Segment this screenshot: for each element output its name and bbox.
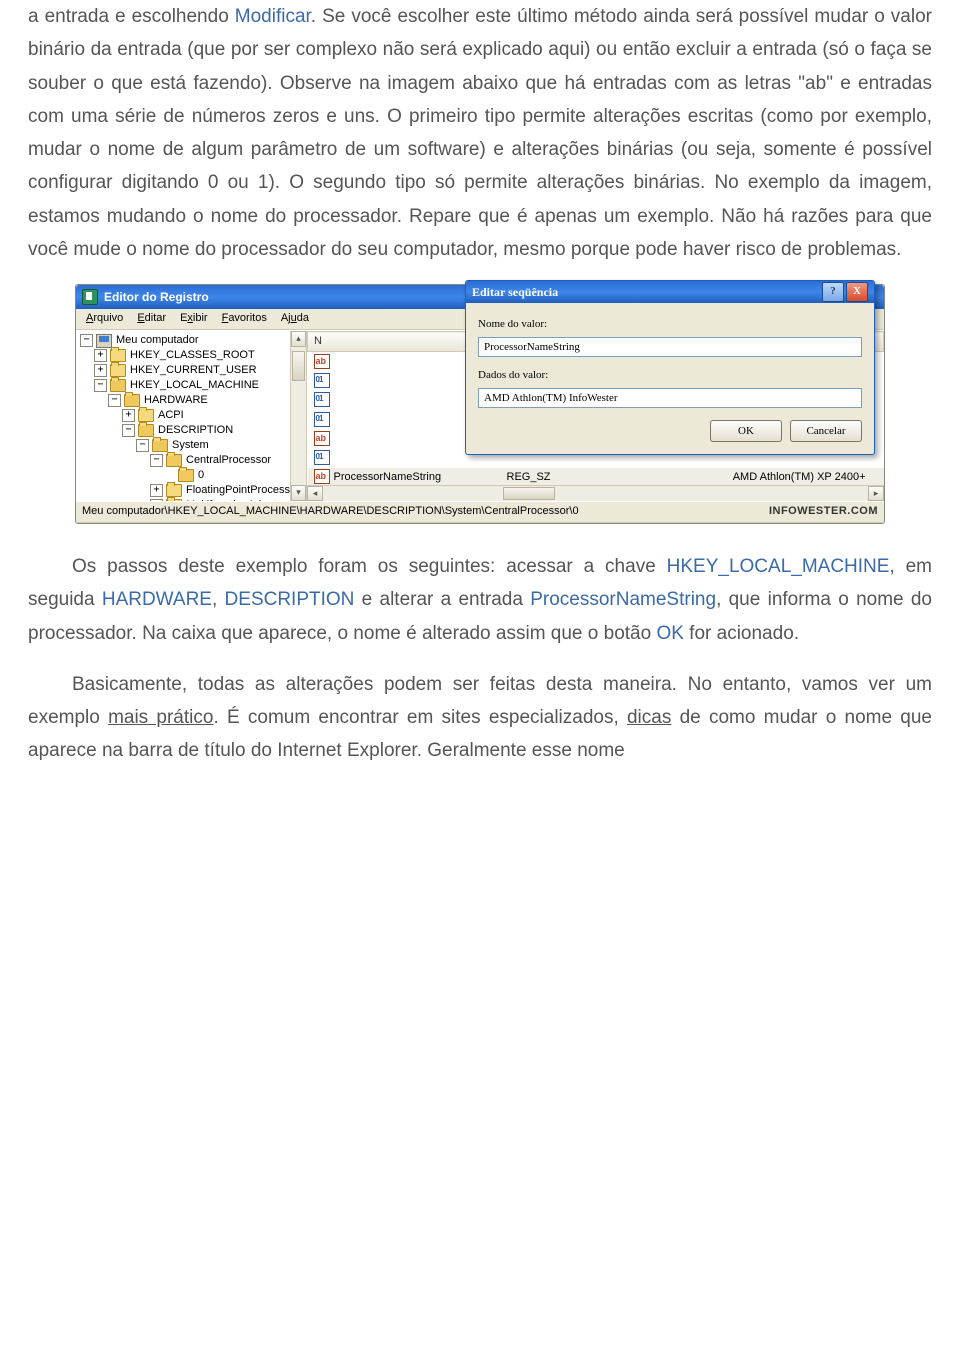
- tree-key[interactable]: −DESCRIPTION: [80, 423, 304, 438]
- highlight-hklm: HKEY_LOCAL_MACHINE: [667, 556, 890, 577]
- status-path: Meu computador\HKEY_LOCAL_MACHINE\HARDWA…: [82, 502, 579, 521]
- menu-arquivo[interactable]: AArquivorquivo: [82, 308, 127, 329]
- edit-string-dialog: Editar seqüência ? X Nome do valor: Dado…: [465, 280, 875, 455]
- folder-icon: [138, 409, 154, 422]
- text: Os passos deste exemplo foram os seguint…: [72, 556, 667, 577]
- binary-icon: [314, 392, 330, 407]
- menu-ajuda[interactable]: Ajuda: [277, 308, 313, 329]
- value-name-field[interactable]: [478, 337, 862, 357]
- ok-button[interactable]: OK: [710, 420, 782, 442]
- scroll-right-icon[interactable]: ▸: [868, 486, 884, 501]
- link-mais-pratico[interactable]: mais prático: [108, 707, 213, 728]
- tree-key[interactable]: −HARDWARE: [80, 393, 304, 408]
- tree-key[interactable]: 0: [80, 468, 304, 483]
- tree-key[interactable]: +HKEY_CLASSES_ROOT: [80, 348, 304, 363]
- label-dados: Dados do valor:: [478, 366, 862, 385]
- string-icon: [314, 354, 330, 369]
- window-title: Editor do Registro: [104, 287, 209, 308]
- folder-icon: [178, 469, 194, 482]
- tree-key[interactable]: +ACPI: [80, 408, 304, 423]
- app-icon: [82, 289, 98, 305]
- folder-icon: [138, 424, 154, 437]
- paragraph-1: a entrada e escolhendo Modificar. Se voc…: [28, 0, 932, 266]
- highlight-processornamestring: ProcessorNameString: [530, 589, 716, 610]
- close-button[interactable]: X: [846, 282, 868, 302]
- tree-key[interactable]: −CentralProcessor: [80, 453, 304, 468]
- help-button[interactable]: ?: [822, 282, 844, 302]
- menu-exibir[interactable]: Exibir: [176, 308, 212, 329]
- text: e alterar a entrada: [354, 589, 530, 610]
- tree-key[interactable]: −System: [80, 438, 304, 453]
- text: ,: [212, 589, 225, 610]
- text: a entrada e escolhendo: [28, 6, 235, 27]
- cancel-button[interactable]: Cancelar: [790, 420, 862, 442]
- scroll-down-icon[interactable]: ▾: [291, 485, 306, 501]
- link-dicas[interactable]: dicas: [627, 707, 671, 728]
- folder-icon: [166, 454, 182, 467]
- folder-icon: [166, 484, 182, 497]
- string-icon: [314, 431, 330, 446]
- scroll-up-icon[interactable]: ▴: [291, 331, 306, 347]
- registry-tree: −Meu computador +HKEY_CLASSES_ROOT +HKEY…: [76, 331, 306, 501]
- computer-icon: [96, 334, 112, 348]
- paragraph-3: Basicamente, todas as alterações podem s…: [28, 668, 932, 768]
- tree-key[interactable]: +HKEY_CURRENT_USER: [80, 363, 304, 378]
- text: . Se você escolher este último método ai…: [28, 6, 932, 260]
- scroll-thumb[interactable]: [503, 487, 555, 500]
- scroll-thumb[interactable]: [292, 351, 305, 381]
- dialog-titlebar: Editar seqüência ? X: [466, 281, 874, 303]
- registry-editor-figure: Editor do Registro AArquivorquivo Editar…: [75, 284, 885, 524]
- text: for acionado.: [684, 623, 799, 644]
- tree-root[interactable]: −Meu computador: [80, 333, 304, 348]
- paragraph-2: Os passos deste exemplo foram os seguint…: [28, 550, 932, 650]
- folder-icon: [152, 439, 168, 452]
- highlight-description: DESCRIPTION: [225, 589, 355, 610]
- menu-editar[interactable]: Editar: [133, 308, 170, 329]
- values-hscroll[interactable]: ◂ ▸: [307, 485, 884, 501]
- tree-key[interactable]: +MultifunctionAdapter: [80, 498, 304, 501]
- folder-icon: [110, 364, 126, 377]
- folder-icon: [110, 379, 126, 392]
- tree-pane[interactable]: −Meu computador +HKEY_CLASSES_ROOT +HKEY…: [76, 331, 307, 501]
- menu-favoritos[interactable]: Favoritos: [218, 308, 271, 329]
- string-icon: [314, 469, 330, 484]
- scroll-left-icon[interactable]: ◂: [307, 486, 323, 501]
- tree-scrollbar[interactable]: ▴ ▾: [290, 331, 306, 501]
- folder-icon: [166, 499, 182, 501]
- dialog-title: Editar seqüência: [472, 282, 822, 303]
- highlight-hardware: HARDWARE: [102, 589, 212, 610]
- binary-icon: [314, 373, 330, 388]
- label-nome: Nome do valor:: [478, 315, 862, 334]
- binary-icon: [314, 450, 330, 465]
- tree-key[interactable]: +FloatingPointProcessor: [80, 483, 304, 498]
- dialog-body: Nome do valor: Dados do valor: OK Cancel…: [466, 303, 874, 454]
- brand-watermark: INFOWESTER.COM: [769, 502, 878, 521]
- binary-icon: [314, 412, 330, 427]
- value-data-field[interactable]: [478, 388, 862, 408]
- highlight-ok: OK: [656, 623, 683, 644]
- highlight-modificar: Modificar: [235, 6, 311, 27]
- text: . É comum encontrar em sites especializa…: [213, 707, 627, 728]
- folder-icon: [124, 394, 140, 407]
- statusbar: Meu computador\HKEY_LOCAL_MACHINE\HARDWA…: [76, 501, 884, 523]
- folder-icon: [110, 349, 126, 362]
- tree-key[interactable]: −HKEY_LOCAL_MACHINE: [80, 378, 304, 393]
